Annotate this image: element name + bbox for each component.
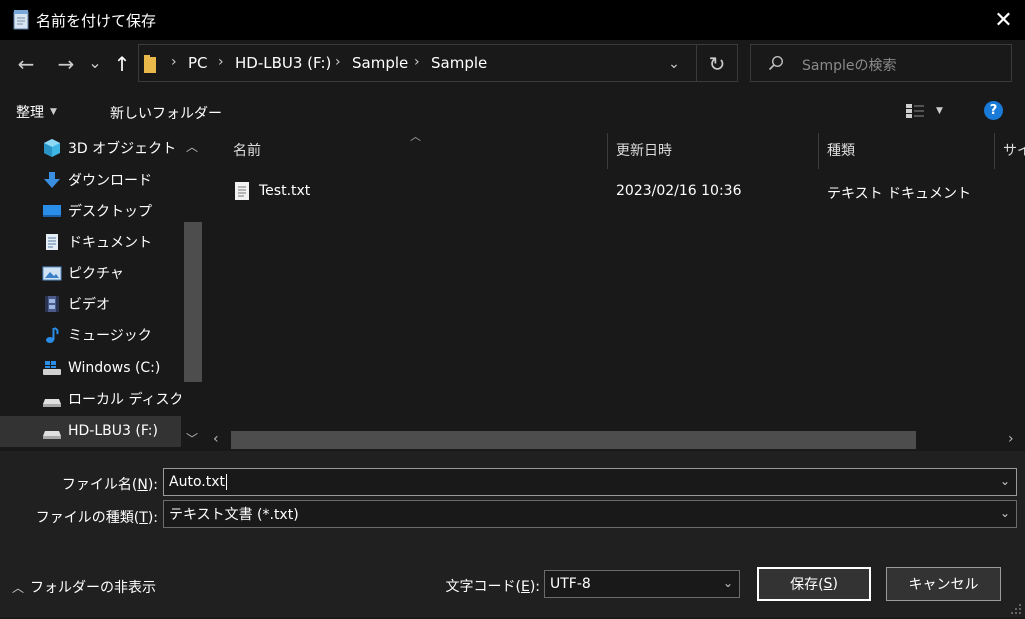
refresh-button[interactable]: ↻: [702, 50, 732, 78]
chevron-up-icon: ︿: [12, 580, 25, 595]
window-title: 名前を付けて保存: [36, 12, 157, 30]
sidebar-item-3d-objects[interactable]: 3D オブジェクト: [42, 134, 176, 162]
list-view-icon: [906, 104, 924, 118]
video-icon: [42, 294, 62, 314]
save-button[interactable]: 保存(S): [757, 567, 871, 601]
file-list-scroll-thumb[interactable]: [231, 431, 916, 449]
document-icon: [42, 232, 62, 252]
sidebar-item-local-disk-d[interactable]: ローカル ディスク (D: [42, 385, 204, 413]
sidebar-item-desktop[interactable]: デスクトップ: [42, 197, 152, 225]
breadcrumb-separator-icon: ›: [171, 54, 177, 70]
column-divider: [994, 133, 995, 169]
filetype-select[interactable]: テキスト文書 (*.txt) ⌄: [163, 500, 1017, 528]
breadcrumb-pc[interactable]: PC: [188, 54, 208, 72]
filetype-label: ファイルの種類(T):: [35, 510, 158, 526]
drive-icon: [42, 421, 62, 441]
download-icon: [42, 170, 62, 190]
desktop-icon: [42, 201, 62, 221]
text-file-icon: [234, 181, 250, 201]
filename-value: Auto.txt: [169, 474, 225, 490]
column-divider: [607, 133, 608, 169]
column-header-type[interactable]: 種類: [827, 140, 855, 160]
breadcrumb-drive[interactable]: HD-LBU3 (F:): [235, 54, 331, 72]
scroll-right-icon[interactable]: ›: [1008, 431, 1014, 447]
breadcrumb-separator-icon: ›: [335, 54, 341, 70]
music-icon: [42, 325, 62, 345]
sidebar-item-videos[interactable]: ビデオ: [42, 290, 110, 318]
sidebar-item-label: HD-LBU3 (F:): [68, 423, 158, 439]
sidebar-item-hd-lbu3[interactable]: HD-LBU3 (F:): [42, 417, 158, 445]
help-icon: ?: [989, 103, 998, 118]
resize-grip-icon[interactable]: [1010, 603, 1022, 615]
filetype-value: テキスト文書 (*.txt): [169, 507, 299, 523]
sidebar-item-windows-drive[interactable]: Windows (C:): [42, 354, 160, 382]
cube-icon: [42, 138, 62, 158]
encoding-value: UTF-8: [550, 576, 591, 592]
address-dropdown-icon[interactable]: ⌄: [664, 52, 684, 76]
file-name: Test.txt: [259, 183, 311, 199]
sidebar-item-music[interactable]: ミュージック: [42, 321, 152, 349]
sidebar-item-pictures[interactable]: ピクチャ: [42, 259, 124, 287]
column-header-name[interactable]: 名前: [233, 140, 261, 160]
divider: [696, 45, 697, 81]
sidebar-item-label: ミュージック: [68, 328, 152, 344]
column-divider: [818, 133, 819, 169]
sort-indicator-icon: ︿: [410, 130, 421, 143]
encoding-select[interactable]: UTF-8 ⌄: [544, 570, 740, 598]
new-folder-button[interactable]: 新しいフォルダー: [110, 103, 222, 123]
search-placeholder: Sampleの検索: [802, 58, 897, 74]
sidebar-item-label: ダウンロード: [68, 173, 152, 189]
file-modified: 2023/02/16 10:36: [616, 183, 742, 199]
organize-button[interactable]: 整理 ▼: [16, 98, 57, 126]
scroll-down-icon[interactable]: ﹀: [186, 430, 198, 447]
sidebar-item-label: ドキュメント: [68, 235, 152, 251]
sidebar-scroll-thumb[interactable]: [184, 222, 202, 382]
column-header-size[interactable]: サイ: [1003, 140, 1025, 160]
text-cursor: [225, 474, 227, 490]
windows-drive-icon: [42, 358, 62, 378]
drive-icon: [42, 389, 62, 409]
search-icon: [768, 55, 784, 71]
notepad-icon: [12, 10, 30, 30]
sidebar-item-label: ビデオ: [68, 297, 110, 313]
filename-input[interactable]: Auto.txt ⌄: [163, 468, 1017, 496]
forward-button[interactable]: →: [52, 50, 80, 78]
column-header-modified[interactable]: 更新日時: [616, 140, 672, 160]
dropdown-icon: ▼: [936, 106, 943, 116]
breadcrumb-sample-current[interactable]: Sample: [431, 54, 487, 72]
breadcrumb-sample[interactable]: Sample: [352, 54, 408, 72]
picture-icon: [42, 263, 62, 283]
sidebar-item-downloads[interactable]: ダウンロード: [42, 166, 152, 194]
scroll-up-icon[interactable]: ︿: [186, 138, 198, 155]
up-button[interactable]: ↑: [110, 50, 134, 78]
help-button[interactable]: ?: [984, 101, 1003, 120]
sidebar-item-label: ピクチャ: [68, 266, 124, 282]
folder-icon: [144, 55, 158, 73]
sidebar-item-documents[interactable]: ドキュメント: [42, 228, 152, 256]
sidebar-item-label: デスクトップ: [68, 204, 152, 220]
back-button[interactable]: ←: [12, 50, 40, 78]
cancel-button[interactable]: キャンセル: [886, 567, 1001, 601]
chevron-down-icon: ⌄: [722, 576, 733, 590]
close-button[interactable]: ✕: [982, 0, 1025, 40]
recent-locations-button[interactable]: ⌄: [84, 48, 106, 76]
breadcrumb-separator-icon: ›: [414, 54, 420, 70]
hide-folders-label: フォルダーの非表示: [30, 580, 157, 596]
view-options-button[interactable]: ▼: [906, 101, 950, 121]
encoding-label: 文字コード(E):: [445, 579, 540, 595]
file-type: テキスト ドキュメント: [827, 186, 972, 202]
hide-folders-button[interactable]: ︿ フォルダーの非表示: [12, 577, 156, 597]
chevron-down-icon: ⌄: [999, 506, 1010, 520]
breadcrumb-separator-icon: ›: [218, 54, 224, 70]
sidebar-item-label: 3D オブジェクト: [68, 141, 177, 157]
sidebar-item-label: Windows (C:): [68, 360, 161, 376]
filename-label: ファイル名(N):: [61, 477, 158, 493]
chevron-down-icon[interactable]: ⌄: [1000, 474, 1010, 488]
dropdown-icon: ▼: [50, 107, 57, 117]
organize-label: 整理: [16, 105, 44, 121]
scroll-left-icon[interactable]: ‹: [213, 431, 219, 447]
